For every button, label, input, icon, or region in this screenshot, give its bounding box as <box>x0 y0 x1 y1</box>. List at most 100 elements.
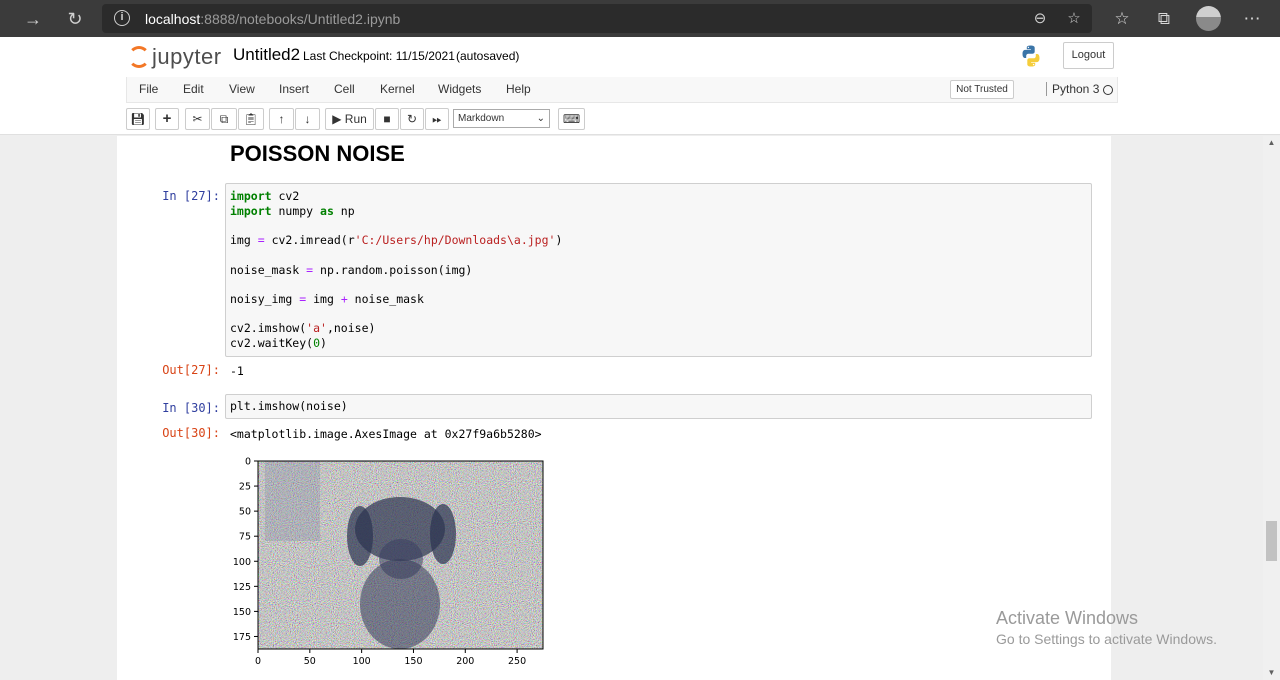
kernel-name: Python 3 <box>1046 82 1099 96</box>
zoom-icon[interactable]: ⊖ <box>1030 9 1050 29</box>
jupyter-logo[interactable]: jupyter <box>128 42 223 72</box>
y-tick-label: 50 <box>239 507 251 518</box>
chevron-down-icon: ⌄ <box>536 113 545 124</box>
x-axis: 0 50 100 150 200 250 <box>255 649 526 667</box>
refresh-icon[interactable]: ↻ <box>62 6 88 32</box>
move-down-button[interactable]: ↓ <box>295 108 320 130</box>
cell-output: -1 <box>230 364 244 378</box>
move-up-button[interactable]: ↑ <box>269 108 294 130</box>
url-host: localhost <box>145 11 201 27</box>
copy-button[interactable]: ⧉ <box>211 108 237 130</box>
stop-icon: ■ <box>383 112 391 126</box>
forward-arrow-icon[interactable]: → <box>20 6 46 32</box>
jupyter-header: jupyter Untitled2 Last Checkpoint: 11/15… <box>0 37 1280 77</box>
code-cell-input[interactable]: plt.imshow(noise) <box>225 394 1092 419</box>
cut-button[interactable]: ✂ <box>185 108 210 130</box>
menubar: File Edit View Insert Cell Kernel Widget… <box>126 77 1118 103</box>
notebook-container: POISSON NOISE In [27]: import cv2 import… <box>117 136 1111 680</box>
paste-icon: 📋︎ <box>243 112 259 126</box>
menu-edit[interactable]: Edit <box>183 82 204 96</box>
logout-button[interactable]: Logout <box>1063 42 1114 69</box>
url-text[interactable]: localhost:8888/notebooks/Untitled2.ipynb <box>145 11 400 27</box>
y-tick-label: 150 <box>233 607 251 618</box>
code-text: import cv2 import numpy as np img = cv2.… <box>230 189 563 351</box>
favorites-icon[interactable]: ☆ <box>1110 7 1134 31</box>
y-tick-label: 75 <box>239 532 251 543</box>
run-button[interactable]: ▶ Run <box>325 108 374 130</box>
cell-type-select[interactable]: Markdown ⌄ <box>453 109 550 128</box>
not-trusted-button[interactable]: Not Trusted <box>950 80 1014 99</box>
y-tick-label: 0 <box>245 457 251 468</box>
save-icon: 💾︎ <box>130 112 146 126</box>
y-tick-label: 100 <box>233 557 251 568</box>
profile-avatar[interactable] <box>1196 6 1221 31</box>
code-cell-input[interactable]: import cv2 import numpy as np img = cv2.… <box>225 183 1092 357</box>
jupyter-logo-icon <box>128 46 150 68</box>
copy-icon: ⧉ <box>219 112 229 126</box>
python-logo-icon <box>1022 45 1040 67</box>
paste-button[interactable]: 📋︎ <box>238 108 264 130</box>
scroll-up-icon[interactable]: ▲ <box>1266 138 1277 147</box>
page-scrollbar[interactable] <box>1263 136 1280 680</box>
y-axis: 0 25 50 75 100 125 150 175 <box>233 457 258 643</box>
command-palette-button[interactable]: ⌨ <box>558 108 585 130</box>
insert-cell-button[interactable]: + <box>155 108 179 130</box>
menu-insert[interactable]: Insert <box>279 82 309 96</box>
info-icon[interactable]: i <box>114 10 130 26</box>
address-bar[interactable]: i localhost:8888/notebooks/Untitled2.ipy… <box>102 4 1092 33</box>
cell-type-value: Markdown <box>458 113 505 124</box>
fast-forward-icon: ⏩︎ <box>432 112 442 126</box>
interrupt-button[interactable]: ■ <box>375 108 399 130</box>
autosave-status: (autosaved) <box>456 49 520 63</box>
jupyter-logo-text: jupyter <box>152 44 222 69</box>
menu-widgets[interactable]: Widgets <box>438 82 481 96</box>
activation-watermark: Activate Windows Go to Settings to activ… <box>996 608 1217 647</box>
collections-icon[interactable]: ⧉ <box>1152 7 1176 31</box>
plus-icon: + <box>162 110 172 127</box>
watermark-title: Activate Windows <box>996 608 1139 628</box>
markdown-heading[interactable]: POISSON NOISE <box>230 141 405 167</box>
y-tick-label: 25 <box>239 482 251 493</box>
x-tick-label: 100 <box>353 656 371 667</box>
run-label: Run <box>344 112 367 126</box>
in-prompt: In [30]: <box>162 401 220 415</box>
scroll-down-icon[interactable]: ▼ <box>1266 668 1277 677</box>
watermark-subtitle: Go to Settings to activate Windows. <box>996 631 1217 647</box>
restart-icon: ↻ <box>406 112 418 126</box>
browser-toolbar: → ↻ i localhost:8888/notebooks/Untitled2… <box>0 0 1280 37</box>
menu-cell[interactable]: Cell <box>334 82 355 96</box>
menu-view[interactable]: View <box>229 82 255 96</box>
out-prompt: Out[27]: <box>162 363 220 377</box>
scroll-thumb[interactable] <box>1266 521 1277 561</box>
url-path: :8888/notebooks/Untitled2.ipynb <box>200 11 401 27</box>
menu-help[interactable]: Help <box>506 82 531 96</box>
out-prompt: Out[30]: <box>162 426 220 440</box>
keyboard-icon: ⌨ <box>562 112 581 126</box>
x-tick-label: 200 <box>456 656 474 667</box>
x-tick-label: 0 <box>255 656 261 667</box>
menu-kernel[interactable]: Kernel <box>380 82 415 96</box>
y-tick-label: 175 <box>233 632 251 643</box>
restart-run-all-button[interactable]: ⏩︎ <box>425 108 449 130</box>
kernel-idle-indicator <box>1103 85 1113 95</box>
menu-area: File Edit View Insert Cell Kernel Widget… <box>0 77 1280 135</box>
x-tick-label: 50 <box>304 656 316 667</box>
notebook-name[interactable]: Untitled2 <box>233 45 300 65</box>
add-favorite-icon[interactable]: ☆ <box>1064 9 1084 29</box>
code-text: plt.imshow(noise) <box>230 399 348 413</box>
y-tick-label: 125 <box>233 582 251 593</box>
menu-file[interactable]: File <box>139 82 158 96</box>
imshow-plot: 0 25 50 75 100 125 150 175 0 50 100 150 200 250 <box>233 457 544 667</box>
scissors-icon: ✂ <box>192 112 203 126</box>
restart-button[interactable]: ↻ <box>400 108 424 130</box>
x-tick-label: 150 <box>404 656 422 667</box>
play-icon: ▶ <box>332 112 342 126</box>
arrow-down-icon: ↓ <box>304 112 311 126</box>
in-prompt: In [27]: <box>162 189 220 203</box>
arrow-up-icon: ↑ <box>278 112 285 126</box>
x-tick-label: 250 <box>508 656 526 667</box>
more-menu-icon[interactable]: ⋯ <box>1240 7 1264 31</box>
checkpoint-status: Last Checkpoint: 11/15/2021 <box>303 49 455 63</box>
save-button[interactable]: 💾︎ <box>126 108 150 130</box>
cell-output: <matplotlib.image.AxesImage at 0x27f9a6b… <box>230 427 542 441</box>
